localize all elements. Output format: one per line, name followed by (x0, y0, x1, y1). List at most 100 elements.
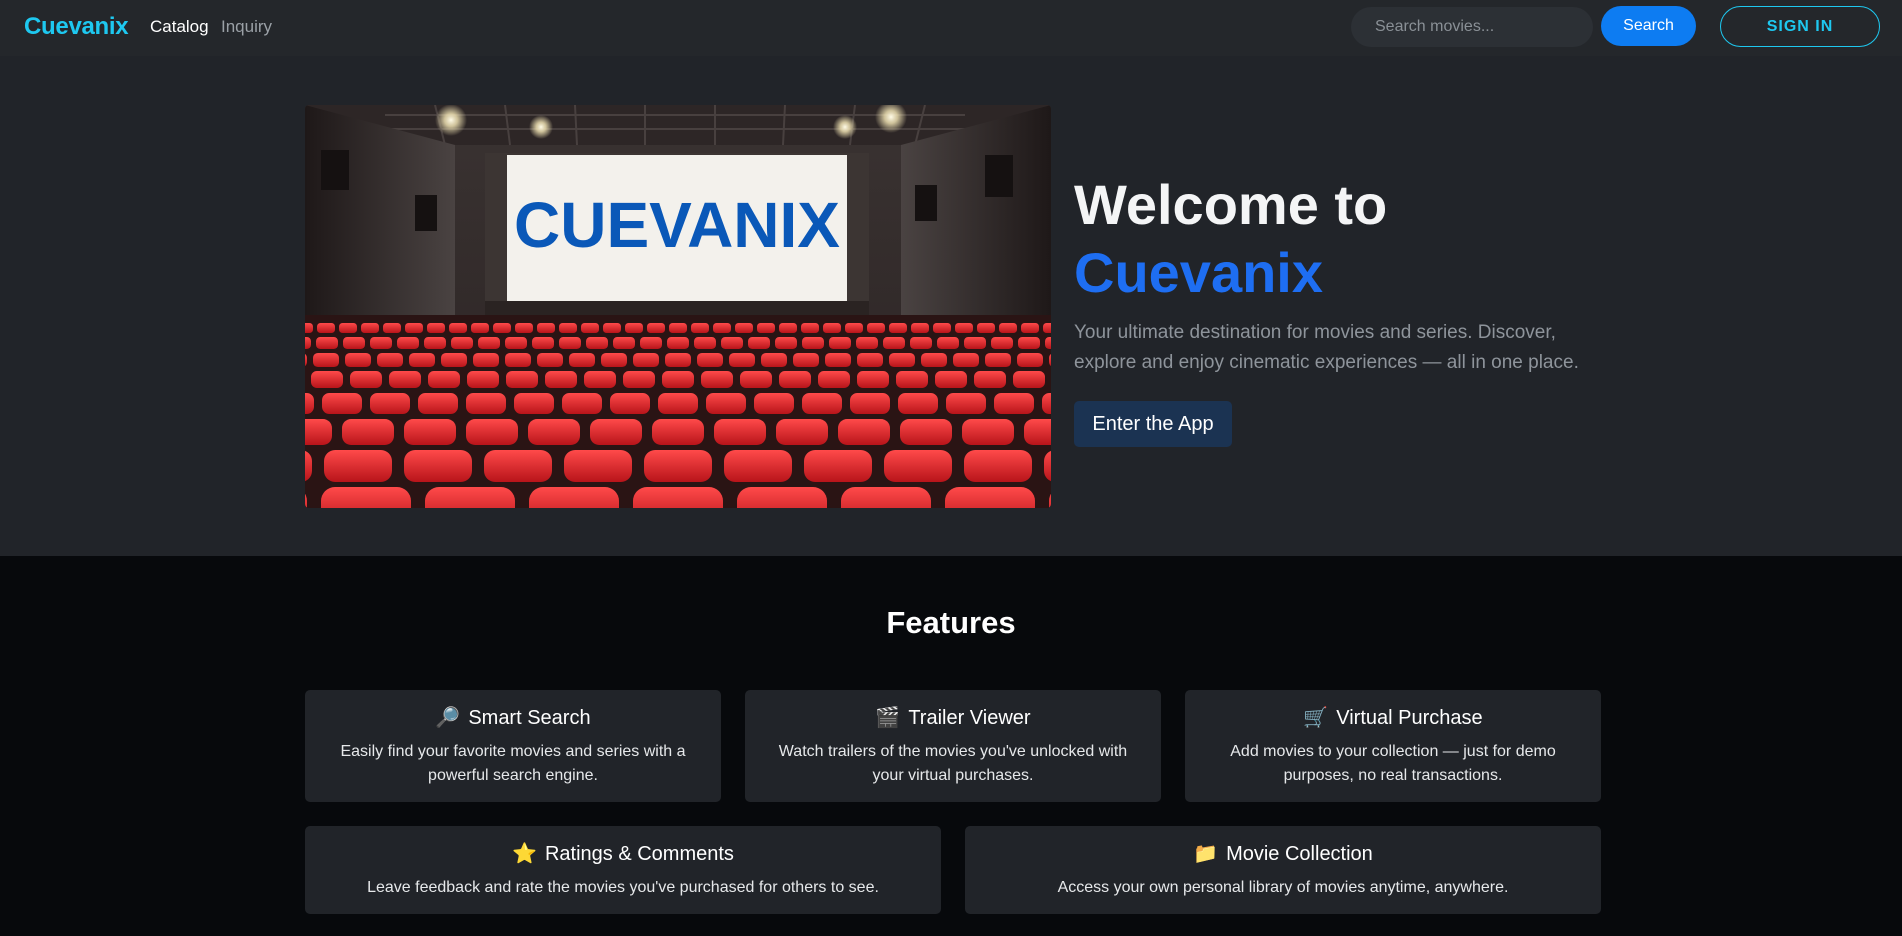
feature-card-title: 🔎 Smart Search (435, 707, 591, 729)
theater-seat (962, 419, 1014, 445)
theater-seat (714, 419, 766, 445)
feature-card-virtual-purchase: 🛒 Virtual Purchase Add movies to your col… (1185, 690, 1601, 802)
theater-seat (537, 323, 555, 333)
theater-seat (529, 487, 619, 508)
theater-seat (370, 337, 392, 349)
theater-seat (850, 393, 890, 414)
theater-seat (528, 419, 580, 445)
theater-seat (409, 353, 435, 367)
theater-seat (856, 337, 878, 349)
theater-seat (857, 353, 883, 367)
feature-card-desc: Add movies to your collection — just for… (1230, 743, 1556, 784)
theater-seat (735, 323, 753, 333)
magnifier-icon: 🔎 (435, 707, 461, 729)
theater-seat (324, 450, 392, 482)
theater-seat (350, 371, 382, 388)
theater-seat (305, 419, 332, 445)
theater-seat (427, 323, 445, 333)
theater-seat (581, 323, 599, 333)
theater-seat (1024, 419, 1051, 445)
nav-link-catalog[interactable]: Catalog (150, 17, 209, 37)
theater-seat (345, 353, 371, 367)
theater-seat (339, 323, 357, 333)
theater-seat (889, 323, 907, 333)
search-input[interactable] (1351, 7, 1593, 47)
theater-seat (1043, 323, 1051, 333)
theater-seat (473, 353, 499, 367)
theater-seat (921, 353, 947, 367)
nav-link-inquiry[interactable]: Inquiry (221, 17, 272, 37)
theater-seat (825, 353, 851, 367)
theater-seat (1017, 353, 1043, 367)
theater-seat (761, 353, 787, 367)
feature-card-smart-search: 🔎 Smart Search Easily find your favorite … (305, 690, 721, 802)
theater-seat (889, 353, 915, 367)
theater-seat (713, 323, 731, 333)
theater-seat (658, 393, 698, 414)
enter-app-button[interactable]: Enter the App (1074, 401, 1232, 447)
theater-seat (361, 323, 379, 333)
theater-seat (451, 337, 473, 349)
theater-seat (779, 323, 797, 333)
theater-seat (964, 337, 986, 349)
theater-seat (669, 323, 687, 333)
theater-seat (724, 450, 792, 482)
theater-seat (559, 323, 577, 333)
theater-seat (1045, 337, 1051, 349)
theater-seat (898, 393, 938, 414)
theater-seat (985, 353, 1011, 367)
theater-seat (647, 323, 665, 333)
theater-seat (506, 371, 538, 388)
brand-logo[interactable]: Cuevanix (24, 13, 129, 41)
theater-seat (559, 337, 581, 349)
feature-card-desc: Access your own personal library of movi… (1057, 879, 1509, 896)
theater-seat (802, 337, 824, 349)
theater-seat (466, 419, 518, 445)
screen-text: CUEVANIX (514, 189, 840, 261)
theater-seat (801, 323, 819, 333)
navbar: Cuevanix Catalog Inquiry Search SIGN IN (0, 0, 1902, 56)
theater-seat (757, 323, 775, 333)
theater-seat (994, 393, 1034, 414)
feature-card-movie-collection: 📁 Movie Collection Access your own person… (965, 826, 1601, 914)
clapperboard-icon: 🎬 (875, 707, 901, 729)
theater-seat (562, 393, 602, 414)
sign-in-button[interactable]: SIGN IN (1720, 6, 1880, 47)
hero-subtitle: Your ultimate destination for movies and… (1074, 322, 1579, 373)
theater-seat (321, 487, 411, 508)
theater-seat (515, 323, 533, 333)
feature-card-desc: Leave feedback and rate the movies you'v… (367, 879, 879, 896)
feature-card-desc: Watch trailers of the movies you've unlo… (778, 743, 1128, 784)
theater-seat (404, 419, 456, 445)
theater-seat (313, 353, 339, 367)
feature-card-ratings-comments: ⭐ Ratings & Comments Leave feedback and r… (305, 826, 941, 914)
theater-seat (389, 371, 421, 388)
theater-seat (955, 323, 973, 333)
theater-seat (857, 371, 889, 388)
theater-seat (721, 337, 743, 349)
theater-seat (545, 371, 577, 388)
theater-seat (911, 323, 929, 333)
theater-seat (449, 323, 467, 333)
theater-seat (991, 337, 1013, 349)
star-icon: ⭐ (512, 843, 537, 865)
theater-seat (937, 337, 959, 349)
theater-seat (564, 450, 632, 482)
theater-seat (428, 371, 460, 388)
theater-seat (603, 323, 621, 333)
theater-seat (601, 353, 627, 367)
feature-card-title: 🎬 Trailer Viewer (875, 707, 1031, 729)
theater-seat (884, 450, 952, 482)
theater-seat (910, 337, 932, 349)
theater-seat (405, 323, 423, 333)
search-button[interactable]: Search (1601, 6, 1696, 46)
theater-seat (845, 323, 863, 333)
theater-seat (662, 371, 694, 388)
theater-seat (900, 419, 952, 445)
theater-seat (896, 371, 928, 388)
theater-seat (532, 337, 554, 349)
theater-seat (471, 323, 489, 333)
theater-seat (775, 337, 797, 349)
theater-seat (935, 371, 967, 388)
theater-seat (945, 487, 1035, 508)
